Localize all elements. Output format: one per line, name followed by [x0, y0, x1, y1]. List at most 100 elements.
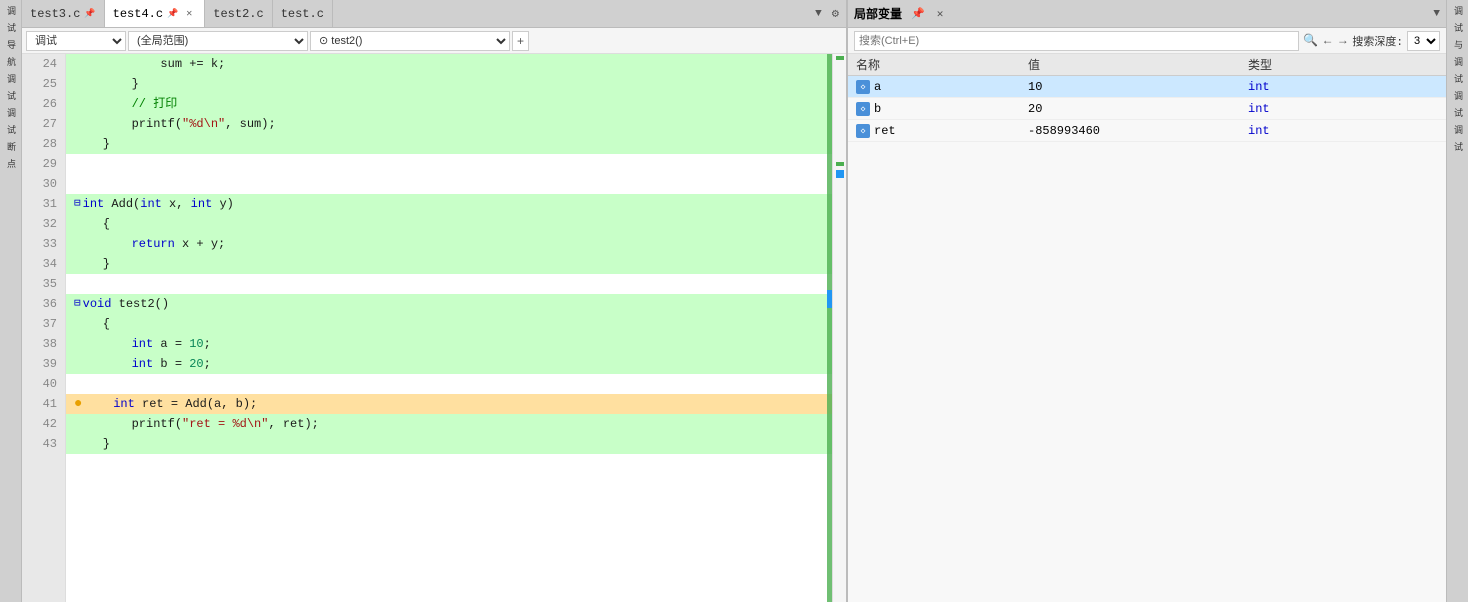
tab-label-test4c: test4.c	[113, 7, 163, 21]
main-editor-area: test3.c 📌 test4.c 📌 ✕ test2.c test.c ▼ ⚙…	[22, 0, 846, 602]
search-icon[interactable]: 🔍	[1303, 33, 1318, 48]
code-line-30	[66, 174, 832, 194]
left-sidebar-item-10[interactable]: 点	[3, 157, 18, 170]
right-sidebar-item-1[interactable]: 调	[1450, 4, 1465, 17]
global-scope-select[interactable]: (全局范围)	[128, 31, 308, 51]
scroll-marker-blue	[836, 170, 844, 178]
code-line-33: return x + y;	[66, 234, 832, 254]
var-type-b: int	[1248, 102, 1446, 116]
tab-list-arrow[interactable]: ▼	[812, 6, 825, 22]
function-select[interactable]: ⊙ test2()	[310, 31, 510, 51]
tab-label-test2c: test2.c	[213, 7, 263, 21]
scroll-marker-green-1	[836, 56, 844, 60]
left-sidebar-item-5[interactable]: 调	[3, 72, 18, 85]
tab-test3c[interactable]: test3.c 📌	[22, 0, 105, 27]
search-depth-label: 搜索深度:	[1352, 33, 1403, 49]
tab-settings-gear[interactable]: ⚙	[829, 4, 842, 23]
search-bar: 🔍 ← → 搜索深度: 3 1 2 4 5	[848, 28, 1446, 54]
code-content[interactable]: sum += k; } // 打印 printf("%d\n", sum);	[66, 54, 832, 602]
debug-scope-select[interactable]: 调试	[26, 31, 126, 51]
tab-pin-test4c: 📌	[167, 9, 178, 19]
line-num-35: 35	[22, 274, 61, 294]
editor-toolbar: 调试 (全局范围) ⊙ test2() +	[22, 28, 846, 54]
code-line-31: ⊟int Add(int x, int y)	[66, 194, 832, 214]
var-row-b[interactable]: ◇ b 20 int	[848, 98, 1446, 120]
variables-table-header: 名称 值 类型	[848, 54, 1446, 76]
var-type-a: int	[1248, 80, 1446, 94]
line-numbers: 24 25 26 27 28 29 30 31 32 33 34 35 36 3…	[22, 54, 66, 602]
code-line-41: ● int ret = Add(a, b);	[66, 394, 832, 414]
left-sidebar-item-7[interactable]: 调	[3, 106, 18, 119]
left-sidebar-item-6[interactable]: 试	[3, 89, 18, 102]
var-value-a: 10	[1028, 80, 1248, 94]
right-sidebar-item-7[interactable]: 试	[1450, 106, 1465, 119]
code-line-24: sum += k;	[66, 54, 832, 74]
left-sidebar: 调 试 导 航 调 试 调 试 断 点	[0, 0, 22, 602]
tab-close-test4c[interactable]: ✕	[182, 7, 196, 21]
line-num-39: 39	[22, 354, 61, 374]
col-header-name: 名称	[848, 56, 1028, 73]
panel-pin-button[interactable]: 📌	[908, 6, 928, 22]
right-sidebar-item-9[interactable]: 试	[1450, 140, 1465, 153]
var-name-a: ◇ a	[848, 80, 1028, 94]
left-sidebar-item-3[interactable]: 导	[3, 38, 18, 51]
line-num-30: 30	[22, 174, 61, 194]
left-sidebar-item-1[interactable]: 调	[3, 4, 18, 17]
line-num-24: 24	[22, 54, 61, 74]
right-sidebar-item-6[interactable]: 调	[1450, 89, 1465, 102]
line-num-33: 33	[22, 234, 61, 254]
code-editor: 24 25 26 27 28 29 30 31 32 33 34 35 36 3…	[22, 54, 846, 602]
col-header-type: 类型	[1248, 56, 1446, 73]
var-value-ret: -858993460	[1028, 124, 1248, 138]
search-depth-select[interactable]: 3 1 2 4 5	[1407, 31, 1440, 51]
right-sidebar-item-2[interactable]: 试	[1450, 21, 1465, 34]
var-name-b: ◇ b	[848, 102, 1028, 116]
right-sidebar-item-8[interactable]: 调	[1450, 123, 1465, 136]
left-sidebar-item-8[interactable]: 试	[3, 123, 18, 136]
line-num-42: 42	[22, 414, 61, 434]
code-line-34: }	[66, 254, 832, 274]
search-next-button[interactable]: →	[1337, 34, 1348, 48]
tab-label-test3c: test3.c	[30, 7, 80, 21]
green-indicator-bar	[827, 54, 832, 602]
add-toolbar-btn[interactable]: +	[512, 31, 529, 51]
right-panel: 局部变量 📌 ✕ ▼ 🔍 ← → 搜索深度: 3 1 2 4 5 名称 值 类型…	[846, 0, 1446, 602]
tab-test2c[interactable]: test2.c	[205, 0, 272, 27]
code-line-28: }	[66, 134, 832, 154]
left-sidebar-item-4[interactable]: 航	[3, 55, 18, 68]
left-sidebar-item-9[interactable]: 断	[3, 140, 18, 153]
search-input[interactable]	[854, 31, 1299, 51]
var-icon-ret: ◇	[856, 124, 870, 138]
scroll-marker-green-2	[836, 162, 844, 166]
line-num-43: 43	[22, 434, 61, 454]
right-sidebar: 调 试 与 调 试 调 试 调 试	[1446, 0, 1468, 602]
code-line-27: printf("%d\n", sum);	[66, 114, 832, 134]
line-num-25: 25	[22, 74, 61, 94]
execution-arrow: ●	[74, 394, 82, 414]
code-line-25: }	[66, 74, 832, 94]
right-scrollbar[interactable]	[832, 54, 846, 602]
var-row-ret[interactable]: ◇ ret -858993460 int	[848, 120, 1446, 142]
code-line-35	[66, 274, 832, 294]
panel-close-button[interactable]: ✕	[934, 6, 947, 22]
right-sidebar-item-4[interactable]: 调	[1450, 55, 1465, 68]
code-line-42: printf("ret = %d\n", ret);	[66, 414, 832, 434]
panel-expand-arrow[interactable]: ▼	[1433, 8, 1440, 20]
code-line-43: }	[66, 434, 832, 454]
fold-indicator-36: ⊟	[74, 294, 81, 314]
right-sidebar-item-3[interactable]: 与	[1450, 38, 1465, 51]
line-num-36: 36	[22, 294, 61, 314]
tab-testc[interactable]: test.c	[273, 0, 333, 27]
search-prev-button[interactable]: ←	[1322, 34, 1333, 48]
line-num-28: 28	[22, 134, 61, 154]
line-num-31: 31	[22, 194, 61, 214]
var-row-a[interactable]: ◇ a 10 int	[848, 76, 1446, 98]
tab-test4c[interactable]: test4.c 📌 ✕	[105, 0, 206, 27]
right-sidebar-item-5[interactable]: 试	[1450, 72, 1465, 85]
code-lines-container: sum += k; } // 打印 printf("%d\n", sum);	[66, 54, 832, 454]
line-num-32: 32	[22, 214, 61, 234]
left-sidebar-item-2[interactable]: 试	[3, 21, 18, 34]
var-type-ret: int	[1248, 124, 1446, 138]
code-line-37: {	[66, 314, 832, 334]
tab-bar: test3.c 📌 test4.c 📌 ✕ test2.c test.c ▼ ⚙	[22, 0, 846, 28]
